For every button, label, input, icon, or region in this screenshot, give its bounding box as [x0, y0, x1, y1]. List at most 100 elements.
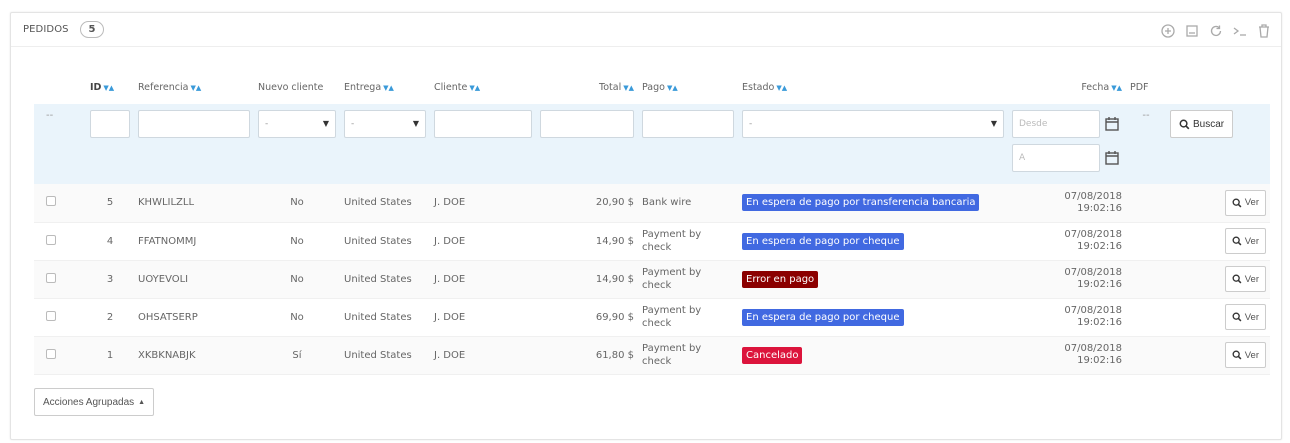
order-total: 14,90 $ [536, 260, 638, 299]
order-date: 07/08/2018 19:02:16 [1064, 305, 1122, 328]
status-badge: Cancelado [742, 346, 803, 364]
sort-icon[interactable]: ▼▲ [383, 84, 394, 92]
sort-icon[interactable]: ▼▲ [623, 84, 634, 92]
payment-method: Payment by check [642, 229, 702, 253]
header-id[interactable]: ID ▼▲ [86, 70, 134, 104]
sort-icon[interactable]: ▼▲ [469, 84, 480, 92]
customer-name: J. DOE [430, 184, 536, 223]
order-total: 69,90 $ [536, 298, 638, 337]
view-button[interactable]: Ver [1224, 342, 1266, 368]
view-button[interactable]: Ver [1224, 304, 1266, 330]
panel-header: Pedidos 5 [11, 13, 1281, 47]
order-total: 61,80 $ [536, 336, 638, 375]
table-row[interactable]: 4 FFATNOMMJ No United States J. DOE 14,9… [34, 222, 1270, 261]
search-icon [1179, 119, 1190, 129]
search-button[interactable]: Buscar [1170, 110, 1234, 138]
sort-icon[interactable]: ▼▲ [667, 84, 678, 92]
order-total: 20,90 $ [536, 184, 638, 223]
table-row[interactable]: 1 XKBKNABJK Sí United States J. DOE 61,8… [34, 336, 1270, 375]
sort-icon[interactable]: ▼▲ [103, 84, 114, 92]
orders-count-badge: 5 [80, 21, 104, 38]
view-button[interactable]: Ver [1224, 189, 1266, 216]
header-row: ID ▼▲ Referencia ▼▲ Nuevo cliente Entrega ▼… [34, 70, 1270, 104]
new-customer: No [254, 184, 340, 223]
delivery-country: United States [340, 184, 430, 223]
new-customer: No [254, 222, 340, 261]
sort-icon[interactable]: ▼▲ [776, 84, 787, 92]
filter-estado-select[interactable]: - ▼ [742, 110, 1004, 138]
payment-method: Payment by check [642, 343, 702, 367]
header-bulk [34, 70, 86, 104]
export-icon[interactable] [1183, 22, 1201, 40]
view-button[interactable]: Ver [1224, 228, 1266, 254]
order-id: 1 [86, 336, 134, 375]
payment-method: Payment by check [642, 267, 702, 291]
search-icon [1232, 274, 1242, 284]
add-icon[interactable] [1159, 22, 1177, 40]
order-date: 07/08/2018 19:02:16 [1064, 267, 1122, 290]
filter-id-input[interactable] [90, 110, 130, 138]
order-id: 4 [86, 222, 134, 261]
row-checkbox[interactable] [46, 348, 56, 359]
status-badge: En espera de pago por cheque [742, 308, 904, 326]
filter-row: -- - ▼ - ▼ - ▼ Desde A -- Buscar [34, 104, 1270, 184]
filter-entrega-select[interactable]: - ▼ [344, 110, 426, 138]
customer-name: J. DOE [430, 298, 536, 337]
panel-title: Pedidos [23, 24, 69, 35]
caret-down-icon: ▼ [412, 119, 419, 128]
header-cliente[interactable]: Cliente ▼▲ [430, 70, 536, 104]
row-checkbox[interactable] [46, 234, 56, 245]
calendar-icon[interactable] [1104, 150, 1120, 166]
table-row[interactable]: 3 UOYEVOLI No United States J. DOE 14,90… [34, 260, 1270, 299]
date-to-input[interactable]: A [1012, 144, 1100, 172]
filter-nuevo-cliente-select[interactable]: - ▼ [258, 110, 336, 138]
header-referencia[interactable]: Referencia ▼▲ [134, 70, 254, 104]
calendar-icon[interactable] [1104, 116, 1120, 132]
filter-bulk-dash: -- [34, 104, 86, 184]
filter-total-input[interactable] [540, 110, 634, 138]
payment-method: Payment by check [642, 305, 702, 329]
order-reference: UOYEVOLI [134, 260, 254, 299]
order-reference: XKBKNABJK [134, 336, 254, 375]
header-entrega[interactable]: Entrega ▼▲ [340, 70, 430, 104]
filter-pago-input[interactable] [642, 110, 734, 138]
row-checkbox[interactable] [46, 272, 56, 283]
bulk-actions-button[interactable]: Acciones Agrupadas ▲ [34, 388, 155, 416]
row-checkbox[interactable] [46, 196, 56, 207]
caret-up-icon: ▲ [138, 398, 146, 406]
view-button[interactable]: Ver [1224, 266, 1266, 292]
date-from-input[interactable]: Desde [1012, 110, 1100, 138]
filter-referencia-input[interactable] [138, 110, 250, 138]
header-actions [1166, 70, 1270, 104]
filter-cliente-input[interactable] [434, 110, 532, 138]
search-icon [1232, 236, 1242, 246]
table-row[interactable]: 2 OHSATSERP No United States J. DOE 69,9… [34, 298, 1270, 337]
table-row[interactable]: 5 KHWLILZLL No United States J. DOE 20,9… [34, 184, 1270, 223]
header-total[interactable]: Total ▼▲ [536, 70, 638, 104]
row-checkbox[interactable] [46, 310, 56, 321]
header-pago[interactable]: Pago ▼▲ [638, 70, 738, 104]
delivery-country: United States [340, 298, 430, 337]
caret-down-icon: ▼ [990, 119, 997, 128]
sort-icon[interactable]: ▼▲ [190, 84, 201, 92]
payment-method: Bank wire [642, 197, 692, 209]
filter-pdf-dash: -- [1126, 104, 1166, 184]
order-id: 2 [86, 298, 134, 337]
order-date: 07/08/2018 19:02:16 [1064, 229, 1122, 252]
customer-name: J. DOE [430, 260, 536, 299]
delivery-country: United States [340, 336, 430, 375]
order-reference: KHWLILZLL [134, 184, 254, 223]
sort-icon[interactable]: ▼▲ [1111, 84, 1122, 92]
refresh-icon[interactable] [1207, 22, 1225, 40]
trash-icon[interactable] [1255, 22, 1273, 40]
header-estado[interactable]: Estado ▼▲ [738, 70, 1008, 104]
delivery-country: United States [340, 260, 430, 299]
sql-terminal-icon[interactable] [1231, 22, 1249, 40]
order-id: 3 [86, 260, 134, 299]
order-date: 07/08/2018 19:02:16 [1064, 343, 1122, 366]
orders-table: ID ▼▲ Referencia ▼▲ Nuevo cliente Entrega ▼… [34, 70, 1270, 375]
search-icon [1232, 198, 1242, 208]
header-pdf: PDF [1130, 81, 1149, 93]
new-customer: No [254, 260, 340, 299]
header-fecha[interactable]: Fecha ▼▲ [1008, 70, 1126, 104]
